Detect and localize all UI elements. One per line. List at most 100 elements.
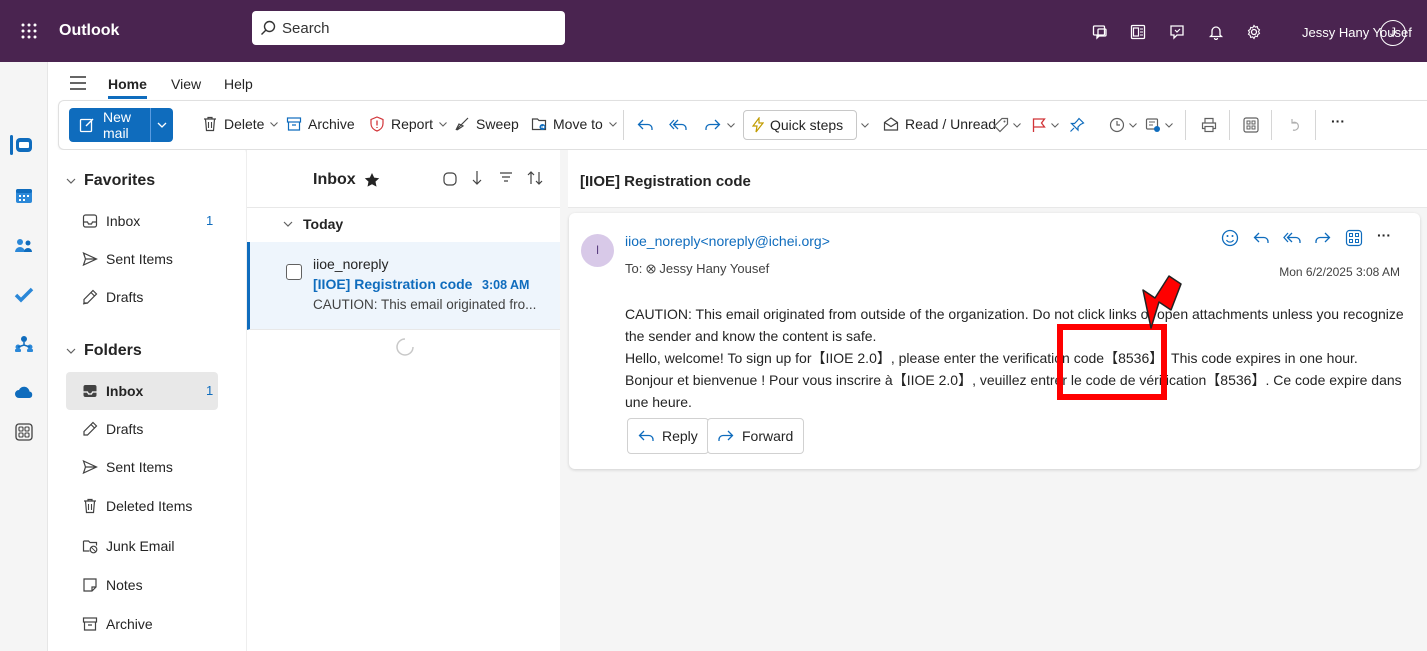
tab-view[interactable]: View: [171, 76, 201, 92]
sidebar-item-deleted[interactable]: Deleted Items: [48, 487, 244, 525]
quick-steps-label: Quick steps: [770, 117, 844, 133]
favorites-header[interactable]: Favorites: [66, 172, 155, 190]
read-unread-label: Read / Unread: [905, 116, 997, 132]
new-mail-button[interactable]: New mail: [69, 108, 151, 142]
group-header-today[interactable]: Today: [283, 216, 343, 232]
chevron-down-icon[interactable]: [1129, 123, 1137, 128]
sweep-label: Sweep: [476, 116, 519, 132]
reply-all-icon[interactable]: [1283, 231, 1301, 245]
delete-label: Delete: [224, 116, 265, 132]
rail-active-indicator: [10, 135, 13, 155]
search-input[interactable]: [282, 19, 552, 37]
quick-steps-button[interactable]: Quick steps: [743, 110, 857, 140]
more-options-icon[interactable]: ···: [1331, 113, 1345, 129]
chevron-down-icon: [283, 221, 293, 227]
jump-to-icon[interactable]: [471, 170, 483, 186]
report-button[interactable]: Report: [369, 116, 453, 132]
move-to-button[interactable]: Move to: [531, 116, 623, 132]
more-apps-icon[interactable]: [14, 422, 34, 442]
people-icon[interactable]: [14, 236, 34, 256]
org-groups-icon[interactable]: [14, 334, 34, 354]
avatar[interactable]: J: [1380, 20, 1406, 46]
search-box[interactable]: [252, 11, 565, 45]
tab-home[interactable]: Home: [108, 76, 147, 99]
bell-icon[interactable]: [1208, 24, 1224, 40]
archive-button[interactable]: Archive: [286, 116, 355, 132]
hamburger-menu-icon[interactable]: [70, 76, 86, 90]
list-item[interactable]: iioe_noreply [IIOE] Registration code 3:…: [247, 242, 561, 330]
email-body: CAUTION: This email originated from outs…: [625, 303, 1405, 413]
print-icon[interactable]: [1201, 117, 1217, 133]
app-launcher-icon[interactable]: [0, 0, 58, 62]
sort-icon[interactable]: [527, 170, 543, 186]
ribbon-divider: [623, 110, 624, 140]
forward-label: Forward: [742, 428, 794, 444]
chevron-down-icon: [270, 121, 279, 127]
calendar-icon[interactable]: [14, 186, 34, 206]
chevron-down-icon[interactable]: [1165, 123, 1173, 128]
favorites-item-drafts[interactable]: Drafts: [48, 278, 244, 316]
send-icon: [82, 251, 98, 267]
feedback-icon[interactable]: [1169, 24, 1185, 40]
more-options-icon[interactable]: ···: [1377, 227, 1391, 243]
rules-icon[interactable]: [1145, 117, 1161, 133]
new-mail-dropdown[interactable]: [151, 122, 173, 128]
list-title[interactable]: Inbox: [313, 171, 380, 189]
teams-chat-icon[interactable]: [1092, 24, 1108, 40]
chevron-down-icon: [66, 178, 76, 184]
sidebar-item-drafts[interactable]: Drafts: [48, 410, 244, 448]
message-sender: iioe_noreply: [313, 256, 389, 272]
message-subject: [IIOE] Registration code: [313, 276, 473, 292]
read-unread-button[interactable]: Read / Unread: [883, 116, 996, 132]
forward-icon[interactable]: [1315, 231, 1331, 245]
clock-snooze-icon[interactable]: [1109, 117, 1125, 133]
emoji-reaction-icon[interactable]: [1221, 229, 1239, 247]
select-mode-icon[interactable]: [443, 172, 457, 186]
mail-icon[interactable]: [14, 135, 34, 155]
undo-icon[interactable]: [1287, 117, 1303, 133]
send-icon: [82, 459, 98, 475]
reply-all-icon[interactable]: [669, 118, 687, 132]
chevron-down-icon[interactable]: [727, 123, 735, 128]
forward-button[interactable]: Forward: [707, 418, 805, 454]
sender-avatar[interactable]: I: [581, 234, 614, 267]
filter-icon[interactable]: [499, 170, 513, 184]
pin-icon[interactable]: [1069, 117, 1085, 133]
reply-icon[interactable]: [1253, 231, 1269, 245]
sweep-button[interactable]: Sweep: [454, 116, 519, 132]
tag-icon[interactable]: [993, 117, 1009, 133]
body-main: Hello, welcome! To sign up for【IIOE 2.0】…: [625, 350, 1402, 410]
chevron-down-icon[interactable]: [1013, 123, 1021, 128]
reply-icon[interactable]: [637, 118, 653, 132]
favorites-item-inbox[interactable]: Inbox 1: [48, 202, 244, 240]
sidebar-item-junk[interactable]: Junk Email: [48, 527, 244, 565]
delete-button[interactable]: Delete: [202, 116, 284, 132]
sidebar-item-inbox[interactable]: Inbox 1: [66, 372, 218, 410]
email-from[interactable]: iioe_noreply<noreply@ichei.org>: [625, 233, 830, 249]
tab-help[interactable]: Help: [224, 76, 253, 92]
apps-grid-icon[interactable]: [1243, 117, 1259, 133]
apps-grid-icon[interactable]: [1345, 229, 1363, 247]
reply-button[interactable]: Reply: [627, 418, 709, 454]
chevron-down-icon[interactable]: [1051, 123, 1059, 128]
email-to[interactable]: Jessy Hany Yousef: [659, 261, 769, 276]
message-checkbox[interactable]: [286, 264, 302, 280]
folder-move-icon: [531, 116, 553, 132]
app-title[interactable]: Outlook: [59, 22, 119, 40]
forward-icon[interactable]: [705, 118, 721, 132]
flag-icon[interactable]: [1031, 117, 1047, 133]
folders-header[interactable]: Folders: [66, 342, 142, 360]
star-icon[interactable]: [364, 172, 380, 188]
favorites-item-label: Drafts: [106, 289, 144, 305]
sidebar-item-archive[interactable]: Archive: [48, 605, 244, 643]
chevron-down-icon[interactable]: [861, 123, 869, 128]
forward-icon: [718, 430, 734, 441]
folder-label: Inbox: [106, 383, 144, 399]
favorites-item-sent[interactable]: Sent Items: [48, 240, 244, 278]
todo-check-icon[interactable]: [14, 285, 34, 305]
onedrive-cloud-icon[interactable]: [14, 382, 34, 402]
gear-icon[interactable]: [1246, 24, 1262, 40]
sidebar-item-notes[interactable]: Notes: [48, 566, 244, 604]
office-app-icon[interactable]: [1130, 24, 1146, 40]
sidebar-item-sent[interactable]: Sent Items: [48, 448, 244, 486]
